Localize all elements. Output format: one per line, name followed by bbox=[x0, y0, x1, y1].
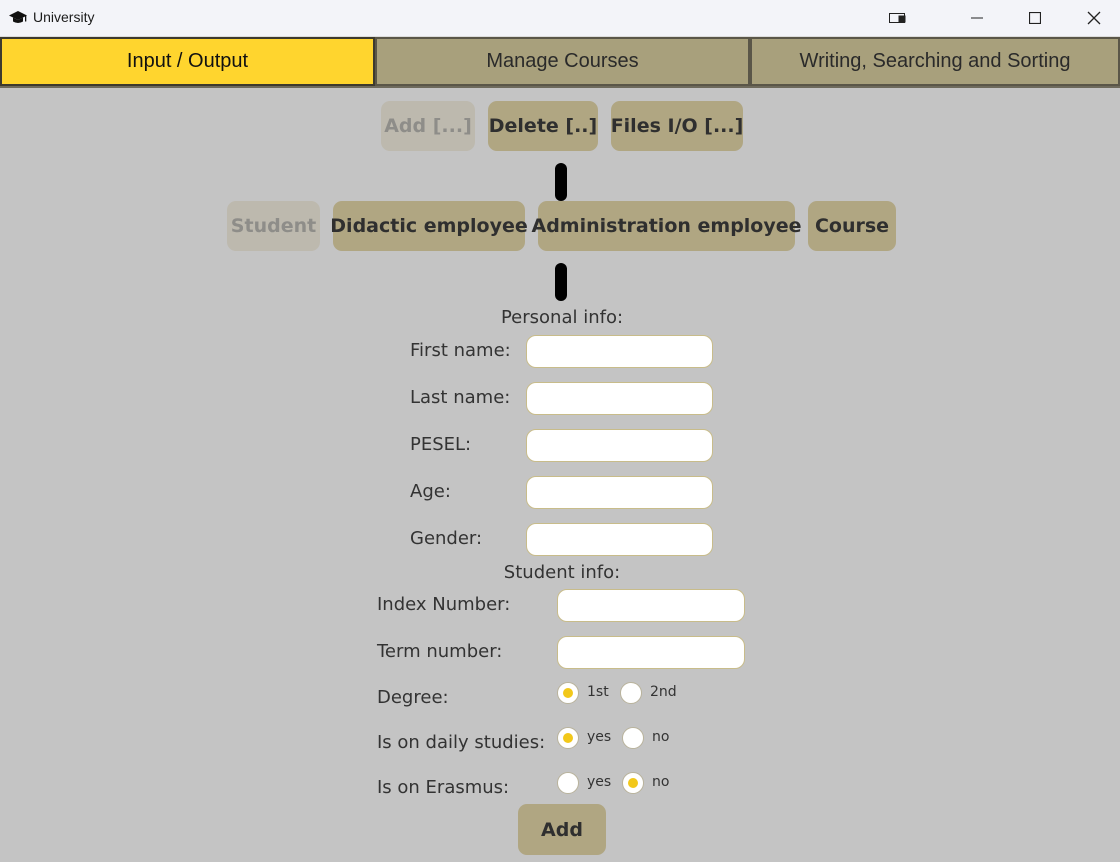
graduation-cap-icon bbox=[9, 10, 27, 26]
files-io-action-button[interactable]: Files I/O [...] bbox=[611, 101, 743, 151]
gender-field[interactable] bbox=[526, 523, 713, 556]
index-number-field[interactable] bbox=[557, 589, 745, 622]
first-name-label: First name: bbox=[410, 340, 511, 361]
pesel-field[interactable] bbox=[526, 429, 713, 462]
term-number-field[interactable] bbox=[557, 636, 745, 669]
close-button[interactable] bbox=[1071, 0, 1117, 36]
tab-bar: Input / Output Manage Courses Writing, S… bbox=[0, 37, 1120, 88]
tab-writing-searching-sorting[interactable]: Writing, Searching and Sorting bbox=[750, 37, 1120, 86]
last-name-label: Last name: bbox=[410, 387, 511, 408]
degree-1st-label: 1st bbox=[587, 684, 609, 700]
close-icon bbox=[1087, 11, 1101, 25]
erasmus-yes-radio[interactable] bbox=[557, 772, 579, 794]
delete-action-button[interactable]: Delete [..] bbox=[488, 101, 598, 151]
erasmus-no-radio[interactable] bbox=[622, 772, 644, 794]
index-number-label: Index Number: bbox=[377, 594, 511, 615]
personal-info-heading: Personal info: bbox=[500, 307, 624, 328]
didactic-employee-button[interactable]: Didactic employee bbox=[330, 201, 528, 251]
title-bar: University bbox=[0, 0, 1120, 37]
connector-line bbox=[555, 163, 567, 201]
daily-studies-no-label: no bbox=[652, 729, 670, 745]
erasmus-yes-label: yes bbox=[587, 774, 612, 790]
student-button[interactable]: Student bbox=[227, 201, 320, 251]
gender-label: Gender: bbox=[410, 528, 483, 549]
daily-studies-label: Is on daily studies: bbox=[377, 732, 546, 753]
daily-studies-yes-radio[interactable] bbox=[557, 727, 579, 749]
degree-1st-radio[interactable] bbox=[557, 682, 579, 704]
age-label: Age: bbox=[410, 481, 451, 502]
add-action-button[interactable]: Add [...] bbox=[381, 101, 475, 151]
minimize-icon bbox=[971, 17, 983, 19]
tab-input-output[interactable]: Input / Output bbox=[0, 37, 375, 86]
daily-studies-no-radio[interactable] bbox=[622, 727, 644, 749]
first-name-field[interactable] bbox=[526, 335, 713, 368]
course-button[interactable]: Course bbox=[808, 201, 896, 251]
degree-2nd-radio[interactable] bbox=[620, 682, 642, 704]
maximize-icon bbox=[1029, 12, 1041, 24]
connector-line bbox=[555, 263, 567, 301]
snap-layout-button[interactable] bbox=[875, 0, 921, 36]
erasmus-no-label: no bbox=[652, 774, 670, 790]
pesel-label: PESEL: bbox=[410, 434, 472, 455]
term-number-label: Term number: bbox=[377, 641, 503, 662]
snap-layout-icon bbox=[889, 13, 906, 23]
window-title: University bbox=[33, 9, 95, 25]
tab-manage-courses[interactable]: Manage Courses bbox=[375, 37, 750, 86]
age-field[interactable] bbox=[526, 476, 713, 509]
minimize-button[interactable] bbox=[954, 0, 1000, 36]
degree-2nd-label: 2nd bbox=[650, 684, 677, 700]
student-info-heading: Student info: bbox=[503, 562, 621, 583]
daily-studies-yes-label: yes bbox=[587, 729, 612, 745]
erasmus-label: Is on Erasmus: bbox=[377, 777, 510, 798]
administration-employee-button[interactable]: Administration employee bbox=[531, 201, 802, 251]
degree-label: Degree: bbox=[377, 687, 449, 708]
add-submit-button[interactable]: Add bbox=[518, 804, 606, 855]
maximize-button[interactable] bbox=[1012, 0, 1058, 36]
last-name-field[interactable] bbox=[526, 382, 713, 415]
